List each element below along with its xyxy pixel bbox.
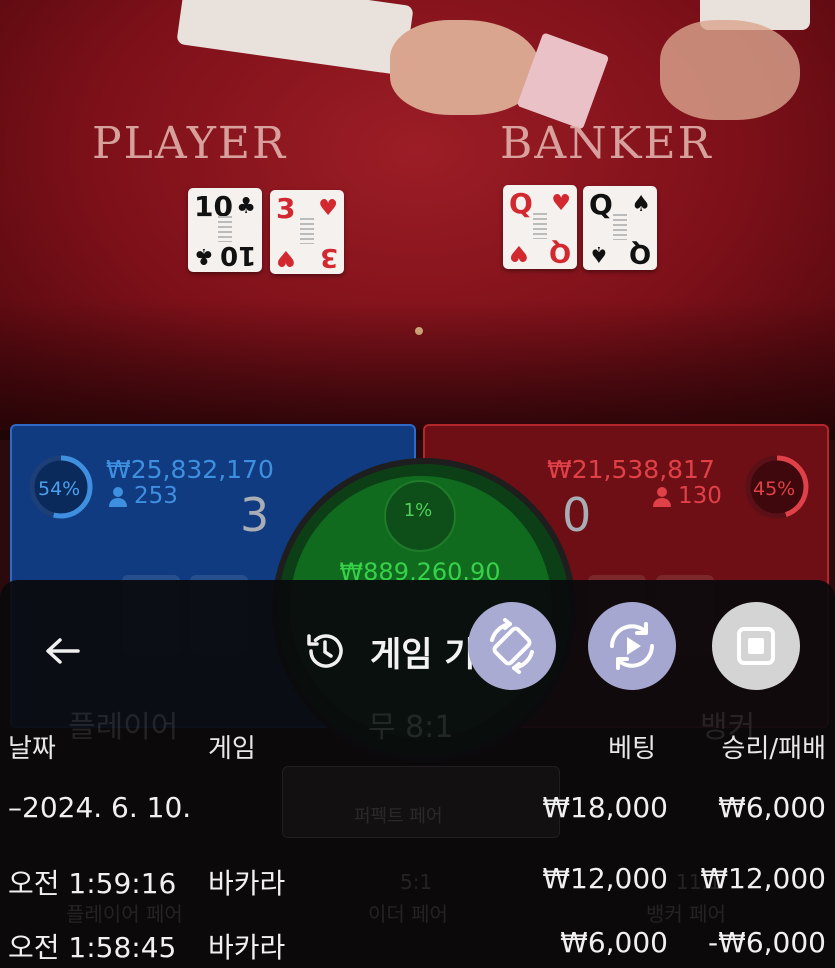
history-result: ₩12,000 [700, 862, 826, 895]
history-result: -₩6,000 [708, 926, 826, 959]
column-header-date: 날짜 [8, 734, 56, 764]
history-time: 오전 1:58:45 [8, 931, 177, 964]
day-summary-date: –2024. 6. 10. [8, 791, 192, 824]
card-rank-inverted: 3 [319, 242, 338, 272]
card-rank-inverted: 10 [219, 240, 256, 270]
history-clock-icon [302, 628, 348, 674]
player-count: 253 [134, 483, 178, 509]
felt-banker-label: BANKER [500, 118, 713, 169]
dealer-hand-right [660, 20, 800, 120]
player-card-1: 10 ♣ 10 ♣ [188, 188, 262, 272]
player-score: 3 [240, 488, 270, 542]
banker-count-icon [652, 486, 672, 512]
column-header-result: 승리/패배 [721, 734, 826, 764]
card-suit-inverted: ♣ [194, 243, 214, 268]
felt-player-label: PLAYER [92, 118, 288, 169]
dealer-sleeve [176, 0, 414, 76]
back-button[interactable] [38, 628, 86, 676]
card-suit: ♥ [318, 196, 338, 221]
bg-banker-pair-label: 뱅커 페어 [646, 902, 726, 926]
video-fade [0, 300, 835, 440]
arrow-left-icon [46, 638, 80, 664]
card-suit: ♣ [236, 194, 256, 219]
card-rank: 3 [276, 192, 296, 225]
bg-either-odds: 5:1 [400, 870, 433, 894]
column-header-bet: 베팅 [608, 734, 656, 764]
card-rank-inverted: Q [628, 238, 651, 268]
history-bet: ₩12,000 [542, 862, 668, 895]
player-card-2: 3 ♥ 3 ♥ [270, 190, 344, 274]
history-time: 오전 1:59:16 [8, 867, 177, 900]
bg-player-label: 플레이어 [68, 710, 179, 745]
replay-icon [610, 622, 654, 670]
card-suit: ♠ [631, 192, 651, 217]
replay-button[interactable] [588, 602, 676, 690]
card-rank: Q [589, 188, 613, 221]
day-summary-result: ₩6,000 [718, 791, 826, 824]
banker-score: 0 [562, 488, 592, 542]
banker-percent: 45% [753, 478, 796, 500]
banker-count: 130 [678, 483, 722, 509]
banker-card-1: Q ♥ Q ♥ [503, 185, 577, 269]
banker-card-2: Q ♠ Q ♠ [583, 186, 657, 270]
day-summary-bet: ₩18,000 [542, 791, 668, 824]
rotate-screen-icon [490, 618, 534, 674]
card-suit-inverted: ♥ [509, 240, 529, 265]
tie-percent: 1% [403, 500, 433, 521]
card-suit: ♥ [551, 191, 571, 216]
history-game: 바카라 [208, 931, 286, 964]
bg-either-pair-label: 이더 페어 [368, 902, 448, 926]
player-percent: 54% [38, 478, 81, 500]
card-rank: Q [509, 187, 533, 220]
card-suit-inverted: ♥ [276, 245, 296, 270]
player-count-icon [108, 486, 128, 512]
history-bet: ₩6,000 [560, 926, 668, 959]
bg-tie-label: 무 8:1 [368, 710, 454, 745]
card-rank-inverted: Q [548, 237, 571, 267]
banker-total-amount: ₩21,538,817 [547, 455, 715, 484]
card-suit-inverted: ♠ [589, 241, 609, 266]
player-total-amount: ₩25,832,170 [106, 455, 274, 484]
stop-icon [737, 627, 775, 665]
column-header-game: 게임 [208, 734, 256, 764]
stop-button[interactable] [712, 602, 800, 690]
rotate-screen-button[interactable] [468, 602, 556, 690]
history-game: 바카라 [208, 867, 286, 900]
live-baccarat-screen: PLAYER BANKER 10 ♣ 10 ♣ 3 ♥ 3 ♥ Q ♥ Q ♥ … [0, 0, 835, 968]
bg-player-pair-label: 플레이어 페어 [66, 902, 183, 926]
bg-perfect-pair-label: 퍼펙트 페어 [354, 806, 443, 827]
